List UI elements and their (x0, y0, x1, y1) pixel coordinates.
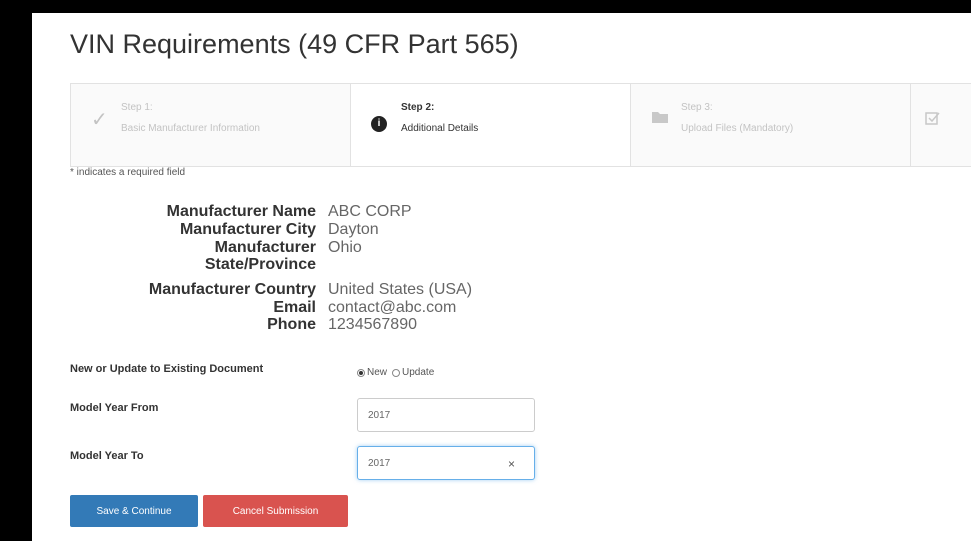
manufacturer-city-value: Dayton (328, 221, 379, 238)
wizard-step-3[interactable]: Step 3: Upload Files (Mandatory) (631, 84, 911, 166)
manufacturer-country-label: Manufacturer Country (148, 281, 316, 298)
phone-label: Phone (267, 316, 316, 333)
info-circle-icon: i (371, 110, 387, 132)
wizard-step-1-number: Step 1: (121, 102, 153, 113)
manufacturer-name-value: ABC CORP (328, 203, 412, 220)
wizard-step-2[interactable]: i Step 2: Additional Details (351, 84, 631, 166)
wizard-step-1-label: Basic Manufacturer Information (121, 123, 260, 134)
wizard-step-3-label: Upload Files (Mandatory) (681, 123, 794, 134)
wizard-step-1[interactable]: ✓ Step 1: Basic Manufacturer Information (71, 84, 351, 166)
step-wizard: ✓ Step 1: Basic Manufacturer Information… (70, 83, 971, 167)
page-title: VIN Requirements (49 CFR Part 565) (70, 29, 519, 59)
save-continue-button[interactable]: Save & Continue (70, 495, 198, 527)
model-year-from-input[interactable] (357, 398, 535, 432)
wizard-step-2-label: Additional Details (401, 123, 479, 134)
manufacturer-city-label: Manufacturer City (179, 221, 316, 238)
radio-new-label[interactable]: New (367, 367, 387, 378)
radio-update[interactable] (392, 368, 401, 377)
radio-new[interactable] (357, 368, 365, 377)
wizard-step-3-number: Step 3: (681, 102, 713, 113)
manufacturer-name-label: Manufacturer Name (166, 203, 316, 220)
manufacturer-country-value: United States (USA) (328, 281, 473, 298)
wizard-step-2-number: Step 2: (401, 102, 435, 113)
doc-type-label: New or Update to Existing Document (70, 363, 264, 375)
clear-input-icon[interactable]: × (508, 457, 515, 471)
model-year-from-label: Model Year From (70, 402, 159, 414)
phone-value: 1234567890 (328, 316, 417, 333)
checkmark-icon: ✓ (91, 109, 108, 131)
required-field-note: * indicates a required field (70, 167, 186, 178)
email-value: contact@abc.com (328, 299, 457, 316)
folder-icon (651, 110, 669, 130)
manufacturer-state-label-2: State/Province (204, 256, 316, 273)
doc-type-radio-group: New Update (357, 367, 434, 378)
model-year-to-label: Model Year To (70, 450, 144, 462)
cancel-submission-button[interactable]: Cancel Submission (203, 495, 348, 527)
email-label: Email (273, 299, 316, 316)
manufacturer-state-value: Ohio (328, 239, 362, 256)
page-frame: VIN Requirements (49 CFR Part 565) ✓ Ste… (32, 13, 971, 541)
manufacturer-state-label-1: Manufacturer (214, 239, 316, 256)
radio-update-label[interactable]: Update (402, 367, 434, 378)
checkbox-icon (925, 110, 941, 130)
wizard-step-4[interactable] (911, 84, 971, 166)
